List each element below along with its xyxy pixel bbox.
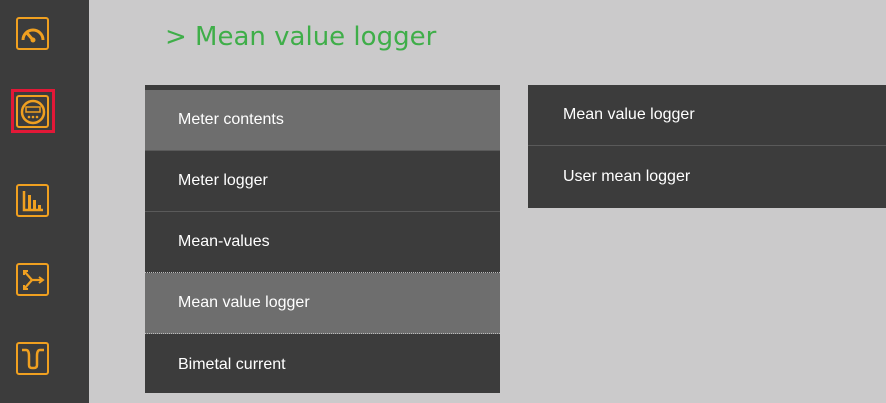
right-menu: Mean value logger User mean logger [528,85,886,208]
phasor-icon[interactable] [16,263,49,296]
left-menu: Meter contents Meter logger Mean-values … [145,85,500,393]
page-title: > Mean value logger [165,22,437,52]
menu-item-meter-contents[interactable]: Meter contents [145,90,500,151]
gauge-icon[interactable] [16,17,49,50]
bar-chart-icon[interactable] [16,184,49,217]
menu-item-bimetal-current[interactable]: Bimetal current [145,334,500,395]
waveform-dip-icon[interactable] [16,342,49,375]
menu-item-mean-values[interactable]: Mean-values [145,212,500,273]
submenu-item-user-mean-logger[interactable]: User mean logger [528,146,886,207]
meter-icon[interactable] [16,95,49,128]
menu-item-meter-logger[interactable]: Meter logger [145,151,500,212]
menu-item-mean-value-logger[interactable]: Mean value logger [145,273,500,334]
submenu-item-mean-value-logger[interactable]: Mean value logger [528,85,886,146]
icon-sidebar [0,0,89,403]
